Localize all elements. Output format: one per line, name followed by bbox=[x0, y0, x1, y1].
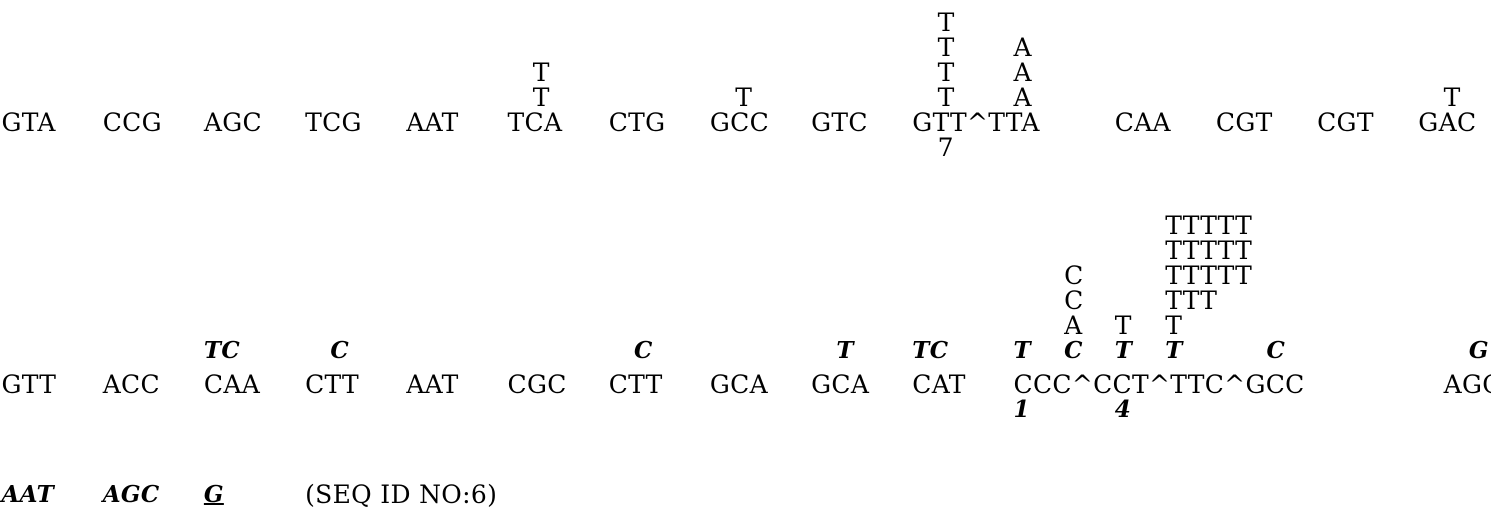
codon-line1-5: TCA bbox=[507, 108, 563, 137]
codon-line2-0: GTT bbox=[1, 370, 57, 399]
bold-variant-line2-0: TC bbox=[203, 337, 240, 364]
variant-line1-2: T bbox=[735, 83, 753, 112]
codon-line3-0: AAT bbox=[1, 481, 55, 508]
bold-variant-line2-3: T bbox=[836, 337, 854, 364]
codon-line2-9: CAT bbox=[912, 370, 966, 399]
codon-line1-12: CGT bbox=[1317, 108, 1374, 137]
codon-line1-3: TCG bbox=[305, 108, 362, 137]
variant-line2-5: TTT bbox=[1165, 286, 1218, 315]
codon-line3-1: AGC bbox=[102, 481, 160, 508]
variant-line2-0: A bbox=[1064, 311, 1083, 340]
variant-line2-7: TTTTT bbox=[1165, 236, 1253, 265]
variant-line2-2: C bbox=[1064, 261, 1084, 290]
codon-line2-11: AGC bbox=[1443, 370, 1491, 399]
codon-line1-0: GTA bbox=[1, 108, 56, 137]
variant-line1-7: A bbox=[1013, 83, 1032, 112]
codon-line1-8: GTC bbox=[811, 108, 868, 137]
variant-line1-4: T bbox=[937, 58, 955, 87]
codon-line2-8: GCA bbox=[811, 370, 870, 399]
codon-line3-2: G bbox=[203, 481, 224, 508]
count-line1-0: 7 bbox=[937, 133, 954, 162]
bold-variant-line2-8: T bbox=[1165, 337, 1183, 364]
codon-line1-6: CTG bbox=[608, 108, 666, 137]
variant-line2-1: C bbox=[1064, 286, 1084, 315]
variant-line1-6: T bbox=[937, 8, 955, 37]
codon-line1-11: CGT bbox=[1215, 108, 1273, 137]
seq-id-label: (SEQ ID NO:6) bbox=[305, 480, 498, 509]
count-line2-1: 4 bbox=[1114, 396, 1132, 423]
variant-line2-8: TTTTT bbox=[1165, 211, 1253, 240]
codon-line2-2: CAA bbox=[203, 370, 261, 399]
variant-line1-1: T bbox=[532, 58, 550, 87]
bold-variant-line2-5: T bbox=[1013, 337, 1031, 364]
variant-line2-4: T bbox=[1165, 311, 1183, 340]
codon-line2-3: CTT bbox=[305, 370, 359, 399]
variant-line1-3: T bbox=[937, 83, 955, 112]
variant-line1-8: A bbox=[1013, 58, 1032, 87]
bold-variant-line2-7: T bbox=[1114, 337, 1133, 364]
codon-line1-9: GTT^TTA bbox=[912, 108, 1040, 137]
bold-variant-line2-6: C bbox=[1064, 337, 1083, 364]
variant-line1-10: T bbox=[1443, 83, 1461, 112]
count-line2-0: 1 bbox=[1013, 396, 1030, 423]
codon-line1-2: AGC bbox=[203, 108, 263, 137]
codon-line2-7: GCA bbox=[709, 370, 769, 399]
variant-line1-0: T bbox=[532, 83, 550, 112]
variant-line2-6: TTTTT bbox=[1165, 261, 1253, 290]
codon-line1-10: CAA bbox=[1114, 108, 1171, 137]
codon-line1-1: CCG bbox=[102, 108, 162, 137]
bold-variant-line2-1: C bbox=[330, 337, 350, 364]
bold-variant-line2-4: TC bbox=[912, 337, 949, 364]
codon-line1-4: AAT bbox=[406, 108, 459, 137]
codon-line2-6: CTT bbox=[608, 370, 663, 399]
variant-line1-9: A bbox=[1013, 33, 1032, 62]
bold-variant-line2-9: C bbox=[1266, 337, 1286, 364]
codon-line2-5: CGC bbox=[507, 370, 567, 399]
codon-line2-1: ACC bbox=[102, 370, 160, 399]
variant-line1-5: T bbox=[937, 33, 955, 62]
codon-line2-4: AAT bbox=[406, 370, 459, 399]
codon-line1-13: GAC bbox=[1418, 108, 1477, 137]
codon-line2-10: CCC^CCT^TTC^GCC bbox=[1013, 370, 1305, 399]
bold-variant-line2-10: G bbox=[1468, 337, 1489, 364]
codon-line1-7: GCC bbox=[709, 108, 770, 137]
bold-variant-line2-2: C bbox=[634, 337, 653, 364]
variant-line2-3: T bbox=[1114, 311, 1132, 340]
